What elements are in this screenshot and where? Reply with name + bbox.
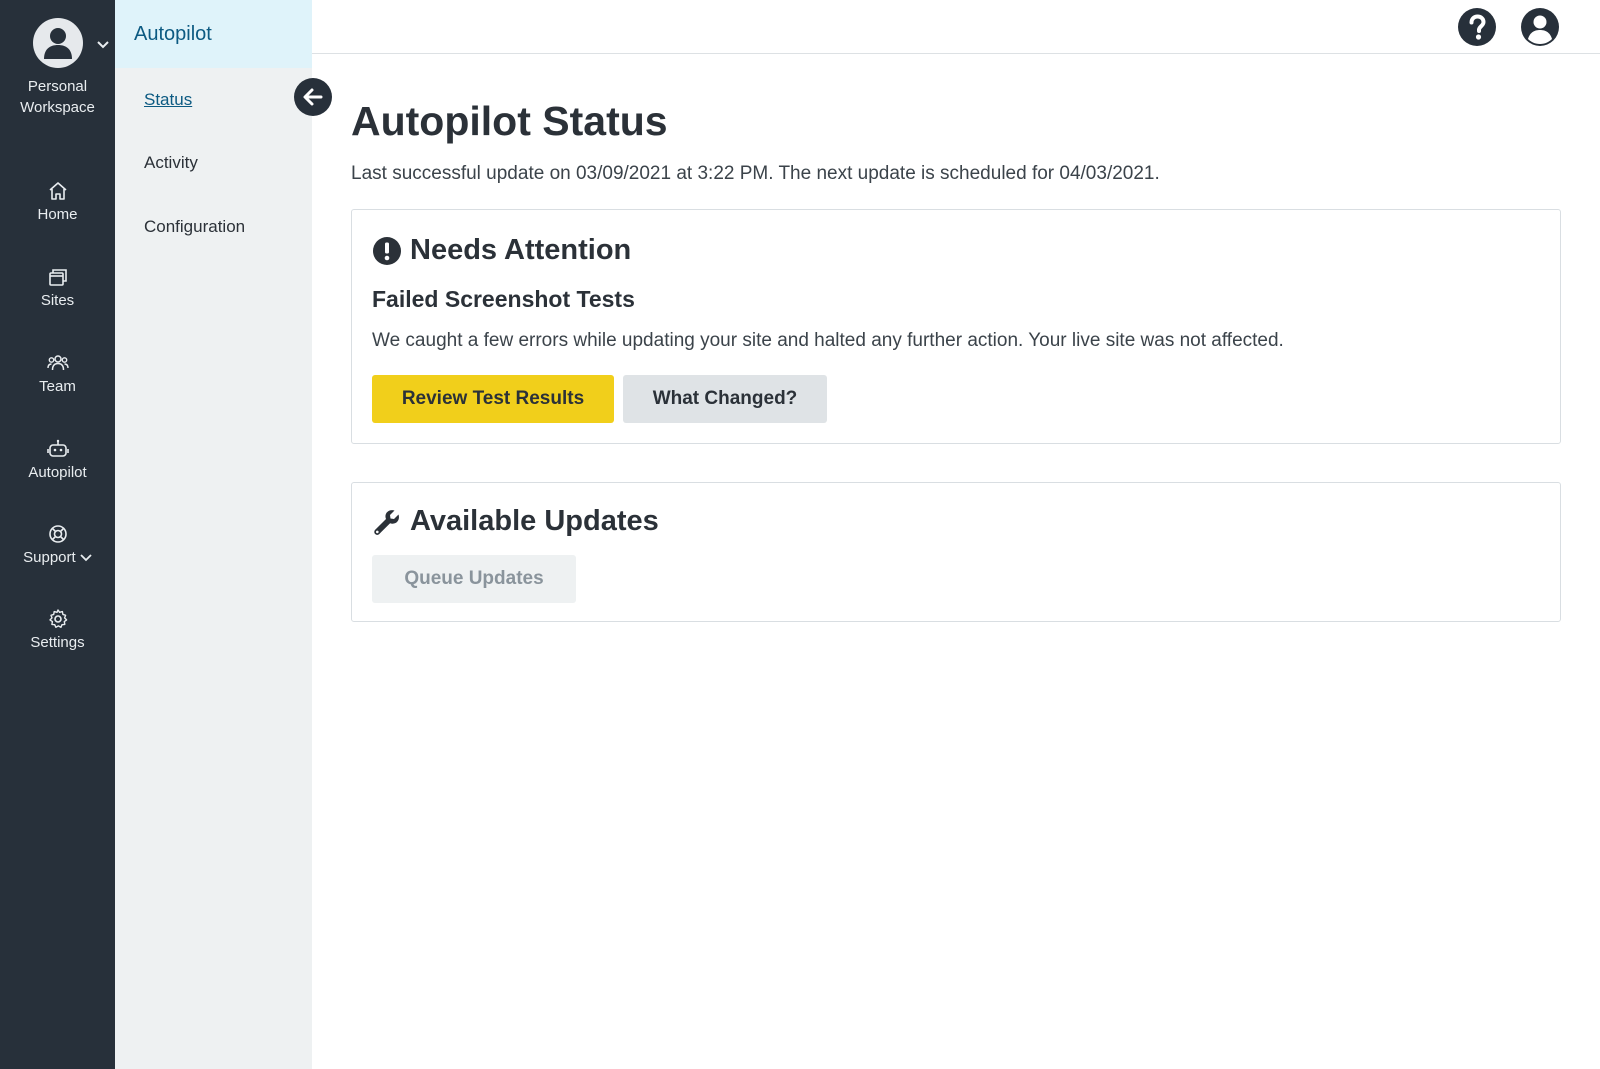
subnav-item-activity[interactable]: Activity [144,153,198,173]
workspace-avatar[interactable] [32,18,83,68]
failed-tests-description: We caught a few errors while updating yo… [372,330,1284,351]
failed-tests-title: Failed Screenshot Tests [372,286,635,312]
rail-item-support[interactable]: Support [0,523,115,566]
rail-item-label: Sites [40,292,75,309]
queue-updates-button[interactable]: Queue Updates [372,555,576,603]
robot-icon [46,439,69,457]
needs-attention-heading: Needs Attention [372,234,631,267]
workspace-switcher[interactable]: Personal Workspace [0,18,115,118]
primary-nav-rail: Personal Workspace Home Sites Team Autop… [0,0,115,1069]
exclamation-circle-icon [373,236,401,265]
team-icon [46,355,69,371]
user-icon [43,28,72,59]
top-bar [312,0,1600,54]
rail-item-label: Settings [30,634,85,651]
page-subtitle: Last successful update on 03/09/2021 at … [351,163,1160,184]
home-icon [48,182,67,200]
workspace-label-line2: Workspace [20,99,95,116]
needs-attention-card: Needs Attention Failed Screenshot Tests … [351,209,1561,444]
arrow-left-icon [303,88,323,106]
needs-attention-title: Needs Attention [410,234,632,266]
available-updates-heading: Available Updates [372,505,659,538]
chevron-down-icon [80,554,92,562]
gear-icon [48,609,67,628]
account-icon[interactable] [1520,7,1560,47]
rail-item-home[interactable]: Home [0,180,115,223]
rail-item-autopilot[interactable]: Autopilot [0,438,115,481]
wrench-icon [374,509,399,535]
rail-item-label: Support [23,549,76,566]
collapse-sidebar-button[interactable] [294,78,332,116]
subnav-item-configuration[interactable]: Configuration [144,217,245,237]
subnav-header[interactable]: Autopilot [115,0,312,68]
rail-item-label: Autopilot [28,464,87,481]
what-changed-button[interactable]: What Changed? [623,375,827,423]
rail-item-label: Home [37,206,78,223]
subnav-item-status[interactable]: Status [144,90,192,110]
chevron-down-icon[interactable] [96,40,110,50]
rail-item-sites[interactable]: Sites [0,266,115,309]
sites-icon [48,269,67,286]
rail-item-label: Team [39,378,76,395]
secondary-nav: Autopilot Status Activity Configuration [115,0,312,1069]
page-title: Autopilot Status [351,98,668,144]
lifebuoy-icon [48,525,67,543]
review-test-results-button[interactable]: Review Test Results [372,375,614,423]
available-updates-title: Available Updates [410,505,659,537]
help-icon[interactable] [1457,7,1497,47]
workspace-label-line1: Personal [27,78,88,95]
rail-item-team[interactable]: Team [0,352,115,395]
rail-item-settings[interactable]: Settings [0,608,115,651]
available-updates-card: Available Updates Queue Updates [351,482,1561,622]
